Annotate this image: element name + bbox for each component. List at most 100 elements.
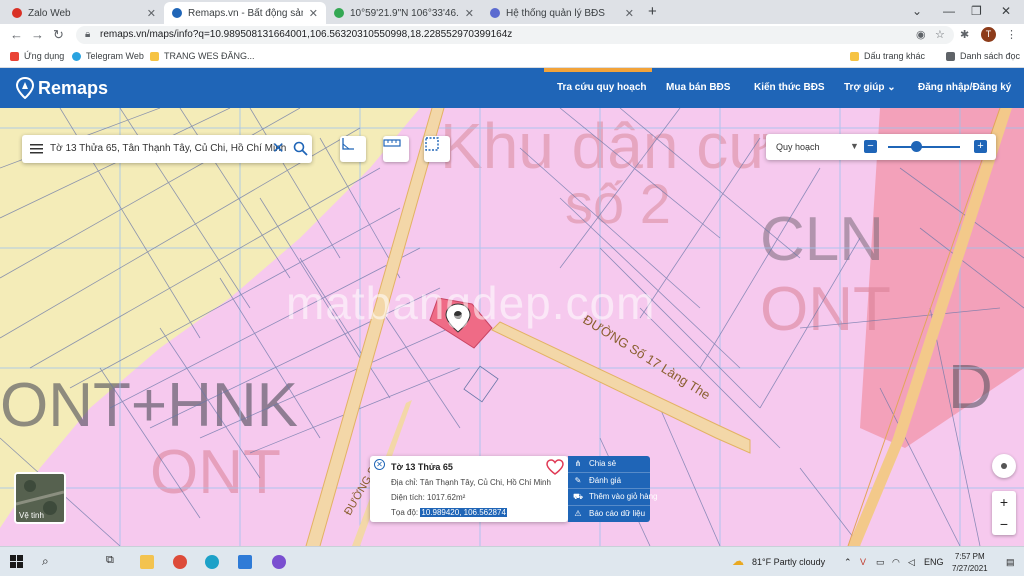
rate-button[interactable]: ✎ Đánh giá (568, 473, 650, 489)
location-icon[interactable]: ◉ (916, 28, 926, 41)
add-to-cart-button[interactable]: ⛟ Thêm vào giỏ hàng (568, 489, 658, 506)
nav-tro-giup[interactable]: Trợ giúp ⌄ (844, 82, 896, 93)
nav-tra-cuu-quy-hoach[interactable]: Tra cứu quy hoạch (557, 82, 646, 93)
action-label: Báo cáo dữ liệu (589, 509, 646, 519)
bookmark-apps[interactable]: Ứng dụng (10, 51, 64, 61)
tab-remaps[interactable]: Remaps.vn - Bất động sản thật ✕ (164, 2, 326, 24)
bookmark-star-icon[interactable]: ☆ (935, 28, 945, 41)
mail-icon[interactable] (238, 555, 252, 569)
zoom-control: + − (992, 491, 1016, 535)
zoom-out-button[interactable]: − (864, 140, 877, 153)
tab-bds-system[interactable]: Hệ thống quản lý BĐS ✕ (482, 2, 642, 24)
zoom-in-small-button[interactable]: + (992, 491, 1016, 513)
zoom-slider[interactable] (888, 146, 960, 148)
edge-icon[interactable] (205, 555, 219, 569)
restore-icon[interactable]: ❐ (971, 4, 982, 18)
active-nav-indicator (544, 68, 652, 72)
tab-search-icon[interactable]: ⌄ (912, 4, 922, 18)
map-search-box[interactable]: Tờ 13 Thửa 65, Tân Thạnh Tây, Củ Chi, Hồ… (22, 135, 312, 163)
svg-text:số 2: số 2 (565, 172, 671, 235)
weather-text[interactable]: 81°F Partly cloudy (752, 557, 825, 567)
reading-list-icon (946, 51, 955, 61)
search-icon[interactable]: ⌕ (42, 554, 49, 569)
windows-start-icon[interactable] (10, 555, 23, 568)
bookmark-other[interactable]: Dấu trang khác (850, 51, 925, 61)
tray-chevron-icon[interactable]: ⌃ (844, 557, 852, 568)
dashed-square-icon (425, 137, 439, 151)
bookmark-telegram[interactable]: Telegram Web (72, 51, 144, 61)
share-button[interactable]: ⋔ Chia sẻ (568, 456, 650, 473)
address-bar[interactable]: 🔒︎ remaps.vn/maps/info?q=10.989508131664… (76, 26, 954, 44)
notifications-icon[interactable]: ▤ (1006, 557, 1015, 568)
tray-app-icon[interactable]: V (860, 557, 866, 567)
my-location-button[interactable] (992, 454, 1016, 478)
minimize-icon[interactable]: — (943, 4, 955, 18)
satellite-toggle[interactable]: Vệ tinh (14, 472, 66, 524)
heart-icon[interactable] (546, 459, 564, 475)
network-icon[interactable]: ▭ (876, 557, 885, 568)
forward-icon[interactable]: → (31, 27, 44, 42)
zoom-out-small-button[interactable]: − (992, 513, 1016, 535)
close-tab-icon[interactable]: ✕ (309, 7, 318, 20)
remaps-logo-text[interactable]: Remaps (38, 78, 108, 99)
close-window-icon[interactable]: ✕ (1001, 4, 1011, 18)
action-label: Đánh giá (589, 475, 622, 485)
bookmarks-bar: Ứng dụng Telegram Web TRANG WES ĐĂNG... … (0, 46, 1024, 68)
chevron-down-icon[interactable]: ▼ (850, 141, 859, 151)
action-label: Thêm vào giỏ hàng (589, 492, 658, 502)
new-tab-icon[interactable]: + (648, 3, 657, 20)
zoom-slider-knob[interactable] (911, 141, 923, 152)
nav-mua-ban-bds[interactable]: Mua bán BĐS (666, 82, 730, 93)
language-indicator[interactable]: ENG (924, 557, 944, 567)
cart-icon: ⛟ (573, 491, 584, 501)
volume-icon[interactable]: ◁ (908, 557, 915, 568)
nav-login-register[interactable]: Đăng nhập/Đăng ký (918, 82, 1011, 93)
zone-label-cln: CLN (760, 205, 884, 274)
layer-select[interactable]: Quy hoạch (776, 142, 820, 152)
reload-icon[interactable]: ↻ (53, 27, 64, 43)
nav-kien-thuc-bds[interactable]: Kiến thức BĐS (754, 82, 825, 93)
profile-avatar[interactable]: T (981, 27, 996, 42)
action-label: Chia sẻ (589, 459, 617, 469)
coords-value[interactable]: 10.989420, 106.562874 (420, 508, 507, 517)
report-data-button[interactable]: ⚠ Báo cáo dữ liệu (568, 506, 650, 523)
zalo-favicon-icon (12, 8, 22, 18)
tab-title: Zalo Web (28, 7, 71, 19)
remaps-logo-icon[interactable] (16, 77, 34, 99)
select-area-button[interactable] (424, 136, 450, 162)
close-tab-icon[interactable]: ✕ (625, 7, 634, 20)
bookmark-reading-list[interactable]: Danh sách đọc (946, 51, 1020, 61)
menu-dots-icon[interactable]: ⋮ (1006, 28, 1017, 41)
bookmark-trang-wes[interactable]: TRANG WES ĐĂNG... (150, 51, 255, 61)
bookmark-label: Danh sách đọc (960, 51, 1021, 61)
close-tab-icon[interactable]: ✕ (465, 7, 474, 20)
extensions-icon[interactable]: ✱ (960, 28, 969, 41)
search-icon[interactable] (293, 141, 308, 156)
ruler-icon (383, 139, 401, 147)
close-tab-icon[interactable]: ✕ (147, 7, 156, 20)
clock[interactable]: 7:57 PM 7/27/2021 (952, 551, 988, 575)
chrome-icon[interactable] (173, 555, 187, 569)
tab-google-maps[interactable]: 10°59'21.9"N 106°33'46.4"E - Goo ✕ (326, 2, 482, 24)
zoom-in-button[interactable]: + (974, 140, 987, 153)
viber-icon[interactable] (272, 555, 286, 569)
hamburger-menu-icon[interactable] (30, 143, 43, 155)
tab-zalo[interactable]: Zalo Web ✕ (4, 2, 164, 24)
share-icon: ⋔ (574, 459, 582, 469)
wifi-icon[interactable]: ◠ (892, 557, 900, 568)
bookmark-label: Dấu trang khác (864, 51, 926, 61)
weather-icon: ☁ (732, 554, 744, 568)
tab-title: 10°59'21.9"N 106°33'46.4"E - Goo (350, 7, 459, 19)
clear-search-icon[interactable]: ✕ (272, 139, 285, 157)
close-popup-icon[interactable]: ✕ (374, 459, 385, 470)
file-explorer-icon[interactable] (140, 555, 154, 569)
watermark: matbangdep.com (286, 277, 656, 329)
search-input[interactable]: Tờ 13 Thửa 65, Tân Thạnh Tây, Củ Chi, Hồ… (50, 143, 286, 154)
angle-icon (342, 138, 354, 150)
bookmark-label: Ứng dụng (24, 51, 65, 61)
planning-map[interactable]: Khu dân cư số 2 CLN ONT ONT+HNK ONT D ĐƯ… (0, 108, 1024, 546)
measure-distance-button[interactable] (383, 136, 409, 162)
task-view-icon[interactable]: ⧉ (106, 554, 114, 567)
measure-angle-button[interactable] (340, 136, 366, 162)
back-icon[interactable]: ← (10, 27, 23, 42)
